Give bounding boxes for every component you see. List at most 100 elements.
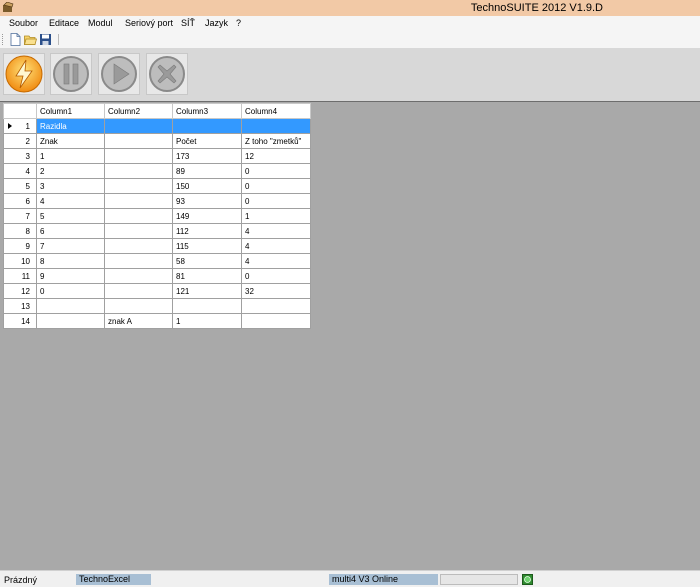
open-folder-icon[interactable] — [24, 33, 37, 46]
table-cell[interactable] — [104, 223, 173, 239]
table-cell[interactable] — [104, 208, 173, 224]
menu-editace[interactable]: Editace — [49, 18, 79, 28]
row-header[interactable]: 14 — [3, 313, 37, 329]
table-row[interactable]: 10 8 58 4 — [3, 253, 311, 269]
table-row[interactable]: 13 — [3, 298, 311, 314]
pause-button[interactable] — [50, 53, 92, 95]
menu-modul[interactable]: Modul — [88, 18, 113, 28]
table-cell[interactable]: 1 — [172, 313, 242, 329]
table-cell[interactable]: 7 — [36, 238, 105, 254]
table-row[interactable]: 9 7 115 4 — [3, 238, 311, 254]
row-header[interactable]: 7 — [3, 208, 37, 224]
row-header[interactable]: 12 — [3, 283, 37, 299]
table-cell[interactable] — [104, 283, 173, 299]
table-cell[interactable] — [104, 118, 173, 134]
table-row[interactable]: 7 5 149 1 — [3, 208, 311, 224]
menu-soubor[interactable]: Soubor — [9, 18, 38, 28]
toolbar-grip[interactable] — [2, 34, 5, 45]
row-header[interactable]: 9 — [3, 238, 37, 254]
menu-seriovy-port[interactable]: Seriový port — [125, 18, 173, 28]
row-header[interactable]: 1 — [3, 118, 37, 134]
column-header[interactable]: Column2 — [104, 103, 173, 119]
save-icon[interactable] — [39, 33, 52, 46]
table-cell[interactable]: 12 — [241, 148, 311, 164]
new-file-icon[interactable] — [9, 33, 22, 46]
table-cell[interactable]: 150 — [172, 178, 242, 194]
table-row[interactable]: 6 4 93 0 — [3, 193, 311, 209]
table-cell[interactable]: 1 — [241, 208, 311, 224]
table-cell[interactable]: 0 — [241, 178, 311, 194]
table-cell[interactable]: znak A — [104, 313, 173, 329]
table-cell[interactable]: 4 — [241, 223, 311, 239]
row-header[interactable]: 11 — [3, 268, 37, 284]
table-cell[interactable]: 0 — [241, 163, 311, 179]
table-cell[interactable]: 121 — [172, 283, 242, 299]
table-cell[interactable]: Z toho "zmetků" — [241, 133, 311, 149]
table-cell[interactable] — [104, 193, 173, 209]
table-cell[interactable]: 0 — [36, 283, 105, 299]
table-cell[interactable]: 2 — [36, 163, 105, 179]
table-row[interactable]: 3 1 173 12 — [3, 148, 311, 164]
table-row[interactable]: 11 9 81 0 — [3, 268, 311, 284]
table-cell[interactable] — [104, 148, 173, 164]
table-cell[interactable]: 149 — [172, 208, 242, 224]
table-cell[interactable] — [104, 298, 173, 314]
table-cell[interactable]: 112 — [172, 223, 242, 239]
table-cell[interactable]: 58 — [172, 253, 242, 269]
table-cell[interactable]: 32 — [241, 283, 311, 299]
menu-sit[interactable]: SÍŤ — [181, 18, 195, 28]
table-cell[interactable]: 6 — [36, 223, 105, 239]
table-cell[interactable]: 4 — [241, 238, 311, 254]
row-header[interactable]: 2 — [3, 133, 37, 149]
grid-corner[interactable] — [3, 103, 37, 119]
table-cell[interactable]: 4 — [241, 253, 311, 269]
table-row[interactable]: 1 Razidla — [3, 118, 311, 134]
table-row[interactable]: 14 znak A1 — [3, 313, 311, 329]
table-cell[interactable]: 81 — [172, 268, 242, 284]
table-row[interactable]: 8 6 112 4 — [3, 223, 311, 239]
table-cell[interactable] — [104, 163, 173, 179]
table-cell[interactable]: 89 — [172, 163, 242, 179]
table-cell[interactable]: 115 — [172, 238, 242, 254]
table-cell[interactable] — [36, 313, 105, 329]
column-header[interactable]: Column3 — [172, 103, 242, 119]
row-header[interactable]: 5 — [3, 178, 37, 194]
menu-jazyk[interactable]: Jazyk — [205, 18, 228, 28]
table-cell[interactable] — [241, 298, 311, 314]
stop-button[interactable] — [146, 53, 188, 95]
table-cell[interactable] — [104, 268, 173, 284]
table-cell[interactable]: 0 — [241, 193, 311, 209]
table-row[interactable]: 5 3 150 0 — [3, 178, 311, 194]
row-header[interactable]: 4 — [3, 163, 37, 179]
table-cell[interactable]: 5 — [36, 208, 105, 224]
row-header[interactable]: 6 — [3, 193, 37, 209]
play-button[interactable] — [98, 53, 140, 95]
table-cell[interactable] — [36, 298, 105, 314]
table-cell[interactable]: 9 — [36, 268, 105, 284]
start-button[interactable] — [3, 53, 45, 95]
column-header[interactable]: Column4 — [241, 103, 311, 119]
row-header[interactable]: 10 — [3, 253, 37, 269]
row-header[interactable]: 3 — [3, 148, 37, 164]
table-cell[interactable]: 3 — [36, 178, 105, 194]
table-cell[interactable]: Počet — [172, 133, 242, 149]
table-row[interactable]: 2 Znak Počet Z toho "zmetků" — [3, 133, 311, 149]
table-cell[interactable]: 0 — [241, 268, 311, 284]
table-cell[interactable]: Razidla — [36, 118, 105, 134]
table-cell[interactable]: 173 — [172, 148, 242, 164]
table-cell[interactable] — [172, 118, 242, 134]
table-cell[interactable]: 93 — [172, 193, 242, 209]
menu-help[interactable]: ? — [236, 18, 241, 28]
table-cell[interactable]: 1 — [36, 148, 105, 164]
table-cell[interactable] — [104, 238, 173, 254]
table-cell[interactable] — [172, 298, 242, 314]
table-cell[interactable]: 4 — [36, 193, 105, 209]
table-row[interactable]: 4 2 89 0 — [3, 163, 311, 179]
row-header[interactable]: 8 — [3, 223, 37, 239]
table-cell[interactable] — [104, 178, 173, 194]
table-cell[interactable] — [241, 118, 311, 134]
table-cell[interactable]: 8 — [36, 253, 105, 269]
column-header[interactable]: Column1 — [36, 103, 105, 119]
row-header[interactable]: 13 — [3, 298, 37, 314]
table-row[interactable]: 12 0 121 32 — [3, 283, 311, 299]
